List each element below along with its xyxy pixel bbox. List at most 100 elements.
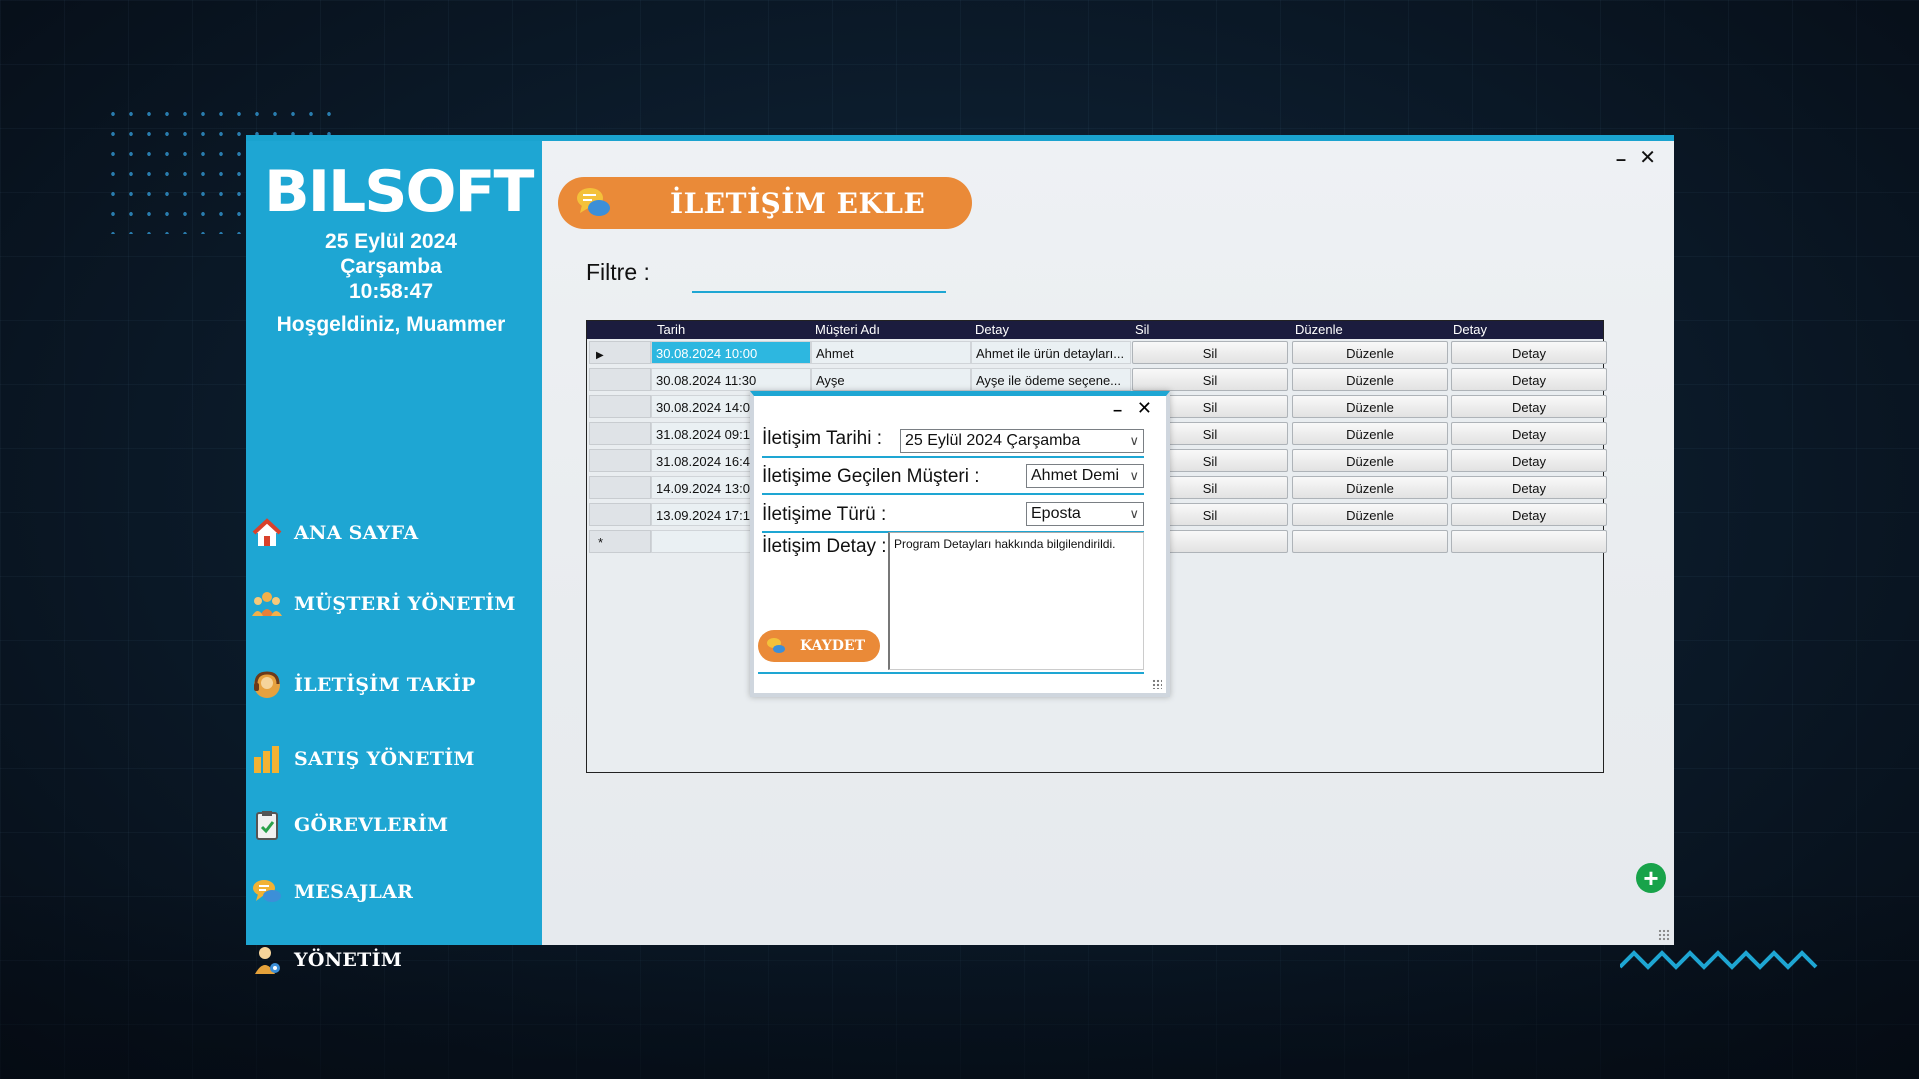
customer-label: İletişime Geçilen Müşteri : [762, 466, 980, 487]
dialog-minimize-button[interactable]: – [1113, 402, 1122, 420]
row-header[interactable] [589, 503, 651, 526]
detail-button[interactable]: Detay [1451, 476, 1607, 499]
detail-button[interactable]: Detay [1451, 395, 1607, 418]
sidebar-item-ana-sayfa[interactable]: ANA SAYFA [250, 511, 530, 555]
sidebar-item-satis-yonetim[interactable]: SATIŞ YÖNETİM [250, 737, 530, 781]
cell-date[interactable]: 30.08.2024 11:30 [651, 368, 811, 391]
sidebar-item-gorevlerim[interactable]: GÖREVLERİM [250, 803, 530, 847]
edit-button[interactable]: Düzenle [1292, 449, 1448, 472]
cell-detail[interactable]: Ayşe ile ödeme seçene... [971, 368, 1131, 391]
window-minimize-button[interactable]: – [1616, 149, 1626, 170]
date-picker[interactable]: 25 Eylül 2024 Çarşamba ∨ [900, 429, 1144, 453]
column-header[interactable]: Detay [1453, 322, 1487, 337]
sidebar-item-mesajlar[interactable]: MESAJLAR [250, 870, 530, 914]
welcome-text: Hoşgeldiniz, Muammer [276, 313, 506, 336]
save-button-label: KAYDET [800, 638, 865, 654]
customer-select[interactable]: Ahmet Demi ∨ [1026, 464, 1144, 488]
current-date: 25 Eylül 2024 [325, 230, 457, 253]
edit-button[interactable]: Düzenle [1292, 422, 1448, 445]
column-header[interactable]: Tarih [657, 322, 685, 337]
column-header[interactable]: Detay [975, 322, 1009, 337]
zigzag-decoration [1620, 950, 1818, 970]
row-header[interactable] [589, 368, 651, 391]
chat-icon [250, 875, 284, 909]
page-title: İLETİŞİM EKLE [670, 186, 926, 220]
brand-logo: BILSOFT [264, 158, 534, 226]
customers-icon [250, 587, 284, 621]
home-icon [250, 516, 284, 550]
detail-textarea[interactable]: Program Detayları hakkında bilgilendiril… [888, 532, 1144, 670]
chevron-down-icon[interactable]: ∨ [1129, 430, 1139, 452]
grid-header: Tarih Müşteri Adı Detay Sil Düzenle Deta… [587, 321, 1603, 339]
detail-button[interactable]: Detay [1451, 503, 1607, 526]
edit-button[interactable] [1292, 530, 1448, 553]
chat-icon [570, 185, 616, 221]
column-header[interactable]: Müşteri Adı [815, 322, 880, 337]
add-contact-dialog: – ✕ İletişim Tarihi : 25 Eylül 2024 Çarş… [750, 391, 1170, 697]
chevron-down-icon[interactable]: ∨ [1129, 465, 1139, 487]
type-label: İletişime Türü : [762, 504, 887, 525]
column-header[interactable]: Düzenle [1295, 322, 1343, 337]
row-header[interactable] [589, 449, 651, 472]
window-close-button[interactable]: ✕ [1639, 145, 1656, 170]
current-weekday: Çarşamba [340, 255, 442, 278]
chat-icon [766, 636, 786, 656]
save-button[interactable]: KAYDET [758, 630, 880, 662]
sidebar: BILSOFT 25 Eylül 2024 Çarşamba 10:58:47 … [246, 141, 542, 974]
detail-button[interactable]: Detay [1451, 422, 1607, 445]
column-header[interactable]: Sil [1135, 322, 1149, 337]
detail-button[interactable]: Detay [1451, 341, 1607, 364]
divider [762, 493, 1144, 495]
current-time: 10:58:47 [348, 280, 434, 303]
cell-customer[interactable]: Ahmet [811, 341, 971, 364]
filter-input[interactable] [692, 259, 946, 293]
sidebar-item-label: İLETİŞİM TAKİP [294, 674, 476, 696]
edit-button[interactable]: Düzenle [1292, 476, 1448, 499]
admin-icon [250, 943, 284, 977]
detail-button[interactable]: Detay [1451, 449, 1607, 472]
table-row[interactable]: 30.08.2024 11:30 Ayşe Ayşe ile ödeme seç… [587, 366, 1607, 393]
sidebar-item-label: SATIŞ YÖNETİM [294, 748, 475, 770]
cell-detail[interactable]: Ahmet ile ürün detayları... [971, 341, 1131, 364]
cell-customer[interactable]: Ayşe [811, 368, 971, 391]
row-header[interactable]: ▶ [589, 341, 651, 364]
page-title-banner: İLETİŞİM EKLE [558, 177, 972, 229]
edit-button[interactable]: Düzenle [1292, 395, 1448, 418]
current-row-marker: ▶ [596, 350, 604, 361]
sidebar-item-musteri-yonetim[interactable]: MÜŞTERİ YÖNETİM [250, 582, 530, 626]
detail-button[interactable]: Detay [1451, 368, 1607, 391]
clipboard-icon [250, 808, 284, 842]
edit-button[interactable]: Düzenle [1292, 341, 1448, 364]
bar-chart-icon [250, 742, 284, 776]
edit-button[interactable]: Düzenle [1292, 503, 1448, 526]
add-contact-button[interactable]: + [1636, 863, 1666, 893]
detail-label: İletişim Detay : [762, 536, 887, 557]
dialog-close-button[interactable]: ✕ [1137, 398, 1152, 419]
row-header[interactable]: * [589, 530, 651, 553]
date-label: İletişim Tarihi : [762, 428, 883, 449]
sidebar-item-label: MÜŞTERİ YÖNETİM [294, 593, 516, 615]
sidebar-item-label: GÖREVLERİM [294, 814, 449, 836]
edit-button[interactable]: Düzenle [1292, 368, 1448, 391]
detail-button[interactable] [1451, 530, 1607, 553]
customer-value: Ahmet Demi [1031, 467, 1120, 484]
type-select[interactable]: Eposta ∨ [1026, 502, 1144, 526]
delete-button[interactable]: Sil [1132, 341, 1288, 364]
chevron-down-icon[interactable]: ∨ [1129, 503, 1139, 525]
divider [762, 456, 1144, 458]
sidebar-item-yonetim[interactable]: YÖNETİM [250, 938, 530, 982]
resize-grip[interactable] [1658, 929, 1670, 941]
delete-button[interactable]: Sil [1132, 368, 1288, 391]
contact-icon [250, 668, 284, 702]
cell-date[interactable]: 30.08.2024 10:00 [651, 341, 811, 364]
date-value: 25 Eylül 2024 Çarşamba [905, 432, 1081, 449]
row-header[interactable] [589, 476, 651, 499]
type-value: Eposta [1031, 505, 1081, 522]
row-header[interactable] [589, 422, 651, 445]
row-header[interactable] [589, 395, 651, 418]
new-row-marker: * [598, 535, 604, 550]
sidebar-item-iletisim-takip[interactable]: İLETİŞİM TAKİP [250, 663, 530, 707]
table-row[interactable]: ▶ 30.08.2024 10:00 Ahmet Ahmet ile ürün … [587, 339, 1607, 366]
sidebar-item-label: MESAJLAR [294, 881, 414, 903]
resize-grip[interactable] [1152, 679, 1162, 689]
